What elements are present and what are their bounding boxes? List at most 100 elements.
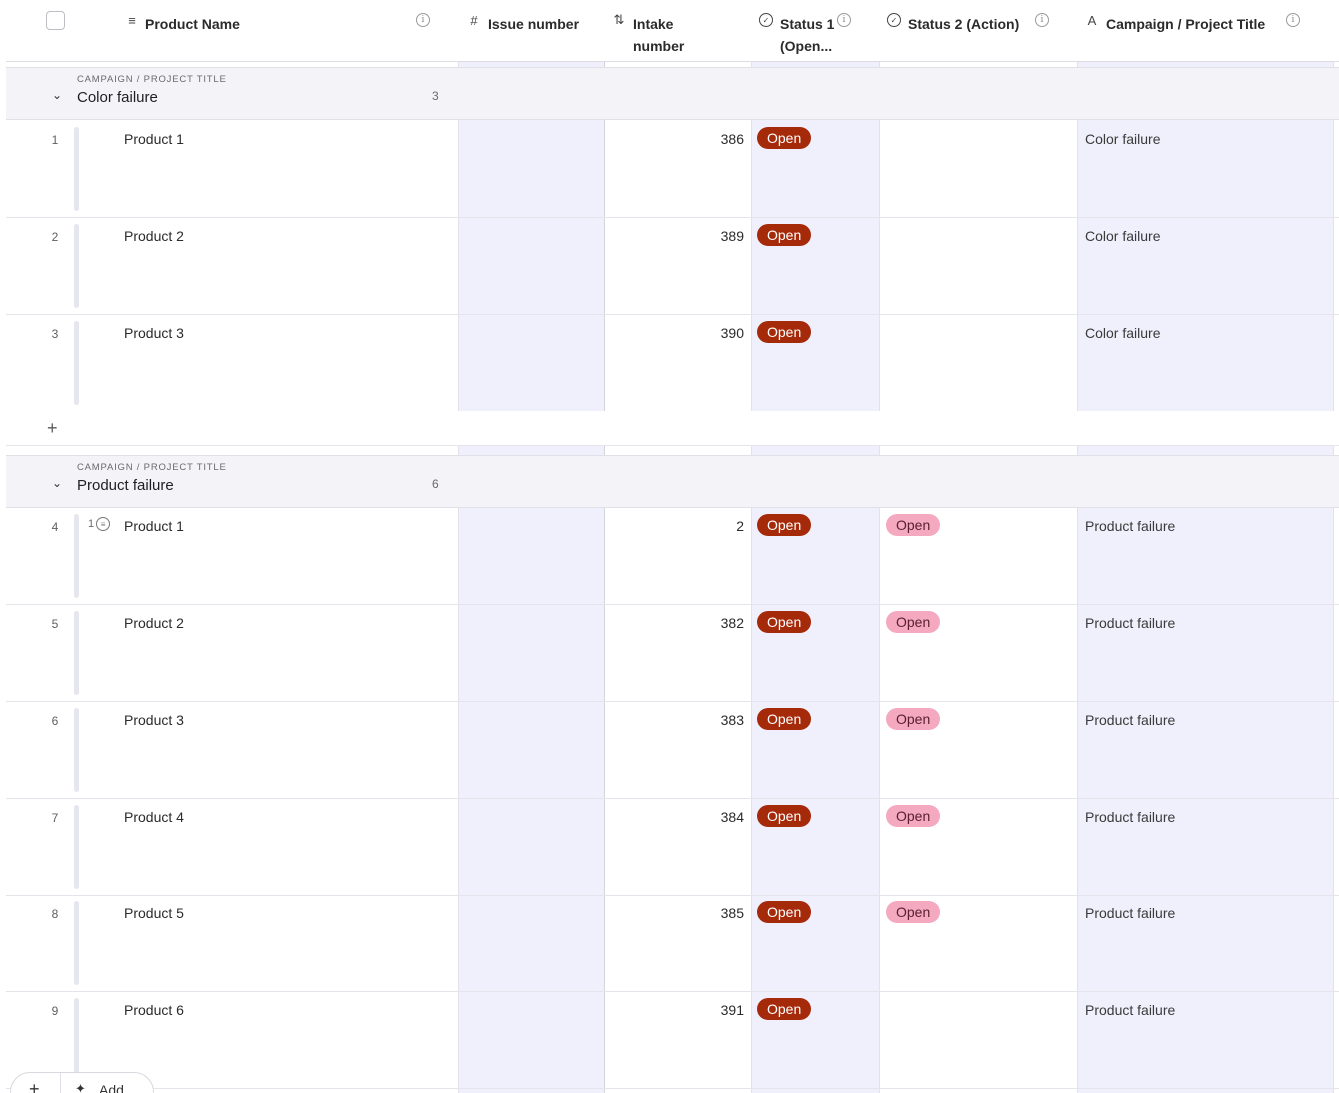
table-row[interactable]: 5 Product 2 382 Open Open Product failur…	[6, 605, 1339, 702]
table-row[interactable]: 9 Product 6 391 Open Product failure	[6, 992, 1339, 1089]
intake-number-cell[interactable]: 384	[606, 809, 744, 825]
status1-badge[interactable]: Open	[757, 321, 812, 343]
status1-badge[interactable]: Open	[757, 127, 812, 149]
row-drag-handle[interactable]	[74, 901, 79, 985]
status2-badge[interactable]: Open	[886, 805, 941, 827]
intake-number-cell[interactable]: 390	[606, 325, 744, 341]
row-drag-handle[interactable]	[74, 321, 79, 405]
status1-badge[interactable]: Open	[757, 901, 812, 923]
column-label: Issue number	[488, 16, 580, 32]
chevron-down-icon[interactable]: ⌄	[52, 476, 66, 490]
table-row[interactable]: 3 Product 3 390 Open Color failure	[6, 315, 1339, 412]
magic-wand-icon: ✦	[75, 1081, 86, 1093]
status2-badge[interactable]: Open	[886, 514, 941, 536]
campaign-cell[interactable]: Product failure	[1085, 905, 1175, 921]
column-header-campaign[interactable]: A Campaign / Project Title i	[1077, 0, 1333, 62]
status2-badge[interactable]: Open	[886, 611, 941, 633]
column-header-product-name[interactable]: ≡ Product Name i	[6, 0, 458, 62]
product-name-cell[interactable]: Product 5	[124, 905, 184, 921]
product-name-cell[interactable]: Product 1	[124, 131, 184, 147]
table-row[interactable]: 7 Product 4 384 Open Open Product failur…	[6, 799, 1339, 896]
info-icon[interactable]: i	[837, 13, 851, 27]
product-name-cell[interactable]: Product 1	[124, 518, 184, 534]
row-number: 3	[51, 327, 59, 341]
group-count: 3	[432, 89, 439, 103]
status2-badge[interactable]: Open	[886, 901, 941, 923]
add-toolbar: + ✦ Add	[10, 1072, 154, 1093]
product-name-cell[interactable]: Product 6	[124, 1002, 184, 1018]
row-drag-handle[interactable]	[74, 708, 79, 792]
table-row[interactable]: 8 Product 5 385 Open Open Product failur…	[6, 895, 1339, 992]
status1-badge[interactable]: Open	[757, 224, 812, 246]
campaign-cell[interactable]: Color failure	[1085, 131, 1160, 147]
chevron-down-icon[interactable]: ⌄	[52, 88, 66, 102]
table-row[interactable]: 4 1 ≡ Product 1 2 Open Open Product fail…	[6, 508, 1339, 605]
table-row[interactable]: 1 Product 1 386 Open Color failure	[6, 121, 1339, 218]
campaign-cell[interactable]: Product failure	[1085, 615, 1175, 631]
campaign-cell[interactable]: Color failure	[1085, 228, 1160, 244]
product-name-cell[interactable]: Product 3	[124, 325, 184, 341]
comment-icon: ≡	[96, 517, 111, 531]
status-circle-icon: ✓	[887, 13, 901, 27]
row-number: 1	[51, 133, 59, 147]
column-label: (Open...	[780, 38, 833, 54]
toolbar-divider	[60, 1073, 61, 1093]
campaign-cell[interactable]: Product failure	[1085, 1002, 1175, 1018]
status1-badge[interactable]: Open	[757, 514, 812, 536]
group-kicker: CAMPAIGN / PROJECT TITLE	[77, 74, 227, 85]
add-row-plus-icon[interactable]: +	[47, 418, 58, 439]
intake-number-cell[interactable]: 386	[606, 131, 744, 147]
intake-number-cell[interactable]: 383	[606, 712, 744, 728]
add-button[interactable]: Add	[99, 1082, 124, 1093]
add-row-area: +	[6, 411, 1339, 446]
column-header-status-1[interactable]: ✓ Status 1 (Open... i	[751, 0, 879, 62]
table-row[interactable]: 6 Product 3 383 Open Open Product failur…	[6, 702, 1339, 799]
row-drag-handle[interactable]	[74, 514, 79, 598]
intake-number-cell[interactable]: 389	[606, 228, 744, 244]
plus-icon[interactable]: +	[29, 1079, 40, 1093]
intake-number-cell[interactable]: 2	[606, 518, 744, 534]
status1-badge[interactable]: Open	[757, 998, 812, 1020]
row-drag-handle[interactable]	[74, 224, 79, 308]
info-icon[interactable]: i	[416, 13, 430, 27]
row-drag-handle[interactable]	[74, 127, 79, 211]
text-a-icon: A	[1087, 12, 1097, 28]
group-header-label: ⌄ CAMPAIGN / PROJECT TITLE Product failu…	[6, 456, 458, 507]
intake-number-cell[interactable]: 391	[606, 1002, 744, 1018]
row-drag-handle[interactable]	[74, 611, 79, 695]
row-drag-handle[interactable]	[74, 805, 79, 889]
text-icon: ≡	[128, 12, 136, 28]
product-name-cell[interactable]: Product 2	[124, 228, 184, 244]
data-grid: ≡ Product Name i # Issue number ⇅ Intake…	[6, 0, 1339, 1093]
group-header[interactable]: ⌄ CAMPAIGN / PROJECT TITLE Color failure…	[6, 67, 1339, 120]
column-header-issue-number[interactable]: # Issue number	[458, 0, 604, 62]
campaign-cell[interactable]: Product failure	[1085, 712, 1175, 728]
campaign-cell[interactable]: Product failure	[1085, 809, 1175, 825]
group-count: 6	[432, 477, 439, 491]
column-header-status-2[interactable]: ✓ Status 2 (Action) i	[879, 0, 1077, 62]
column-label: Campaign / Project Title	[1106, 16, 1266, 32]
intake-number-cell[interactable]: 385	[606, 905, 744, 921]
status1-badge[interactable]: Open	[757, 708, 812, 730]
intake-number-cell[interactable]: 382	[606, 615, 744, 631]
status1-badge[interactable]: Open	[757, 611, 812, 633]
status1-badge[interactable]: Open	[757, 805, 812, 827]
group-header-label: ⌄ CAMPAIGN / PROJECT TITLE Color failure…	[6, 68, 458, 119]
product-name-cell[interactable]: Product 2	[124, 615, 184, 631]
campaign-cell[interactable]: Product failure	[1085, 518, 1175, 534]
status2-badge[interactable]: Open	[886, 708, 941, 730]
product-name-cell[interactable]: Product 3	[124, 712, 184, 728]
info-icon[interactable]: i	[1035, 13, 1049, 27]
product-name-cell[interactable]: Product 4	[124, 809, 184, 825]
column-label: Status 2 (Action)	[908, 16, 1020, 32]
table-row[interactable]: 2 Product 2 389 Open Color failure	[6, 218, 1339, 315]
column-label: Product Name	[145, 16, 240, 32]
status-circle-icon: ✓	[759, 13, 773, 27]
comment-indicator[interactable]: 1 ≡	[88, 517, 111, 531]
row-drag-handle[interactable]	[74, 998, 79, 1083]
group-header[interactable]: ⌄ CAMPAIGN / PROJECT TITLE Product failu…	[6, 455, 1339, 508]
column-header-intake-number[interactable]: ⇅ Intake number	[604, 0, 751, 62]
row-number: 5	[51, 617, 59, 631]
campaign-cell[interactable]: Color failure	[1085, 325, 1160, 341]
info-icon[interactable]: i	[1286, 13, 1300, 27]
